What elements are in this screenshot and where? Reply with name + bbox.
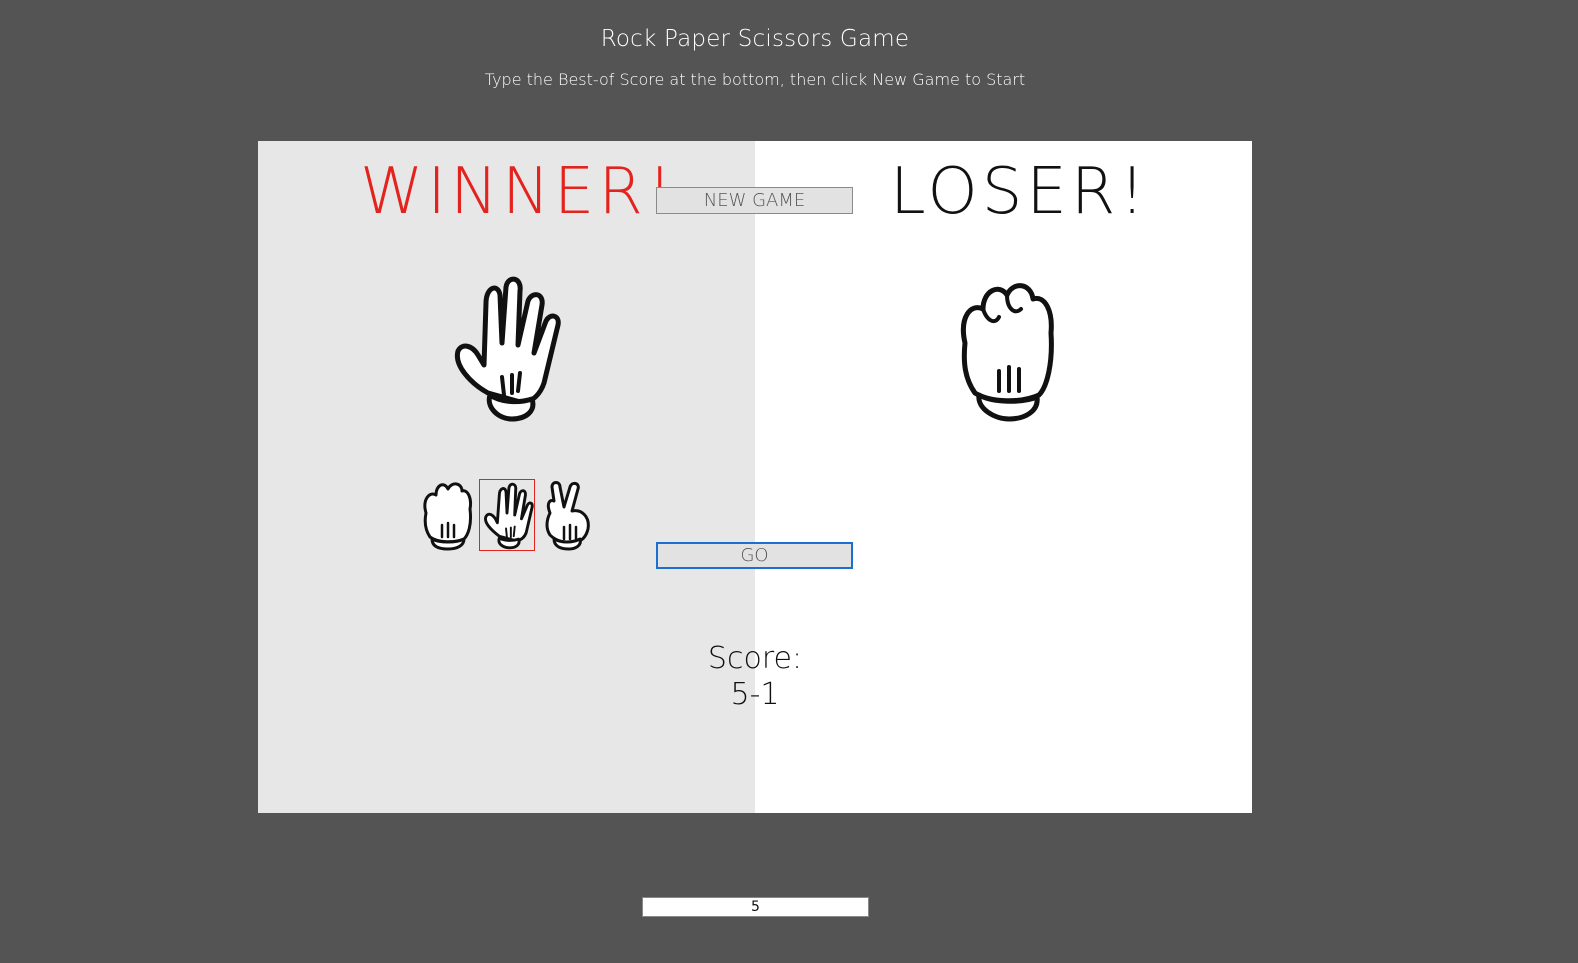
best-of-input[interactable] [642,897,869,917]
new-game-button[interactable]: NEW GAME [656,187,853,214]
page-title: Rock Paper Scissors Game [600,26,910,52]
paper-choice-button[interactable] [479,479,535,551]
rock-choice-button[interactable] [418,479,474,551]
cpu-result-text: LOSER! [890,155,1149,229]
page-subtitle: Type the Best-of Score at the bottom, th… [484,70,1026,89]
player-result-text: WINNER! [360,155,677,229]
rock-hand-icon [941,273,1071,433]
player-panel [258,141,755,813]
go-button[interactable]: GO [656,542,853,569]
paper-hand-icon [440,273,570,433]
paper-hand-icon [484,482,534,550]
rock-hand-icon [423,482,472,551]
scissors-choice-button[interactable] [538,479,594,551]
game-board: WINNER! LOSER! NEW GAME GO Score: 5-1 [258,141,1252,813]
score-label: Score: [707,641,803,676]
scissors-hand-icon [545,481,590,551]
score-value: 5-1 [730,677,780,712]
